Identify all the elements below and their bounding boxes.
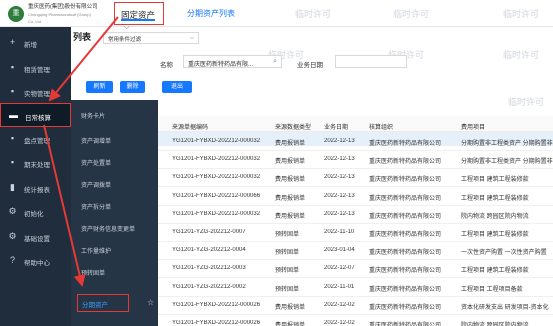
annotation-arrow (48, 16, 119, 102)
annotation-arrows (43, 16, 119, 287)
annotation-arrow (43, 124, 86, 287)
